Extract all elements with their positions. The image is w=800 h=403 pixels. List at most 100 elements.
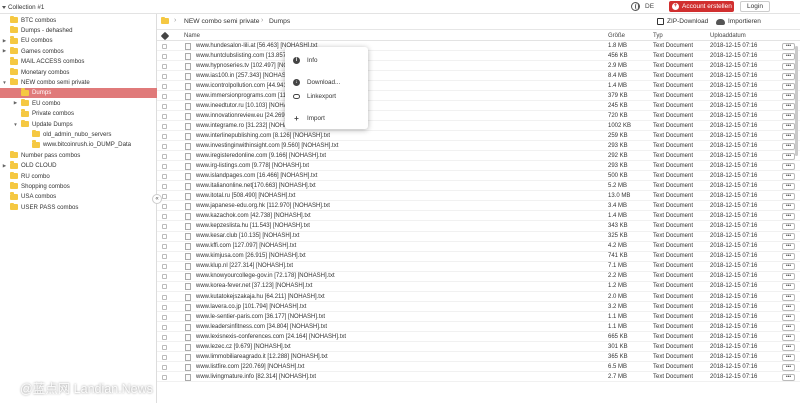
file-name[interactable]: www.italianonline.net[170.663] [NOHASH].… <box>196 183 316 189</box>
row-checkbox[interactable] <box>162 154 167 160</box>
table-row[interactable]: www.lexisnexis-conferences.com [24.164] … <box>157 333 800 342</box>
column-header-name[interactable]: Name <box>184 33 200 39</box>
sidebar-folder-item[interactable]: Shopping combos <box>2 181 70 191</box>
table-row[interactable]: www.iregisteredonline.com [9.166] [NOHAS… <box>157 152 800 162</box>
row-checkbox[interactable] <box>162 284 167 290</box>
sidebar-folder-item[interactable]: Private combos <box>13 109 74 119</box>
sidebar-folder-item[interactable]: Number pass combos <box>2 150 80 160</box>
table-row[interactable]: www.kutatokejszakaja.hu [64.211] [NOHASH… <box>157 293 800 302</box>
row-checkbox[interactable] <box>162 94 167 100</box>
row-checkbox[interactable] <box>162 204 167 210</box>
row-checkbox[interactable] <box>162 254 167 260</box>
file-name[interactable]: www.kesar.club [10.135] [NOHASH].txt <box>196 233 299 239</box>
more-options-button[interactable]: ••• <box>782 333 795 341</box>
row-checkbox[interactable] <box>162 264 167 270</box>
table-row[interactable]: www.japanese-edu.org.hk [112.970] [NOHAS… <box>157 202 800 212</box>
more-options-button[interactable]: ••• <box>782 193 795 201</box>
more-options-button[interactable]: ••• <box>782 363 795 371</box>
file-name[interactable]: www.interlinepublishing.com [8.126] [NOH… <box>196 133 330 139</box>
file-name[interactable]: www.limmobiliareagrado.it [12.288] [NOHA… <box>196 354 328 360</box>
table-row[interactable]: www.le-sentier-paris.com [36.177] [NOHAS… <box>157 313 800 322</box>
sidebar-folder-item[interactable]: Dumps <box>0 87 157 98</box>
more-options-button[interactable]: ••• <box>782 173 795 181</box>
row-checkbox[interactable] <box>162 354 167 360</box>
sidebar-folder-item[interactable]: MAIL ACCESS combos <box>2 57 84 67</box>
row-checkbox[interactable] <box>162 324 167 330</box>
row-checkbox[interactable] <box>162 64 167 70</box>
file-name[interactable]: www.kutatokejszakaja.hu [64.211] [NOHASH… <box>196 294 325 300</box>
file-name[interactable]: www.klup.nl [227.314] [NOHASH].txt <box>196 263 293 269</box>
file-name[interactable]: www.livingmature.info [82.314] [NOHASH].… <box>196 374 316 380</box>
sidebar-folder-item[interactable]: USER PASS combos <box>2 202 78 212</box>
create-account-button[interactable]: + Account erstellen <box>669 1 734 12</box>
more-options-button[interactable]: ••• <box>782 373 795 381</box>
chevron-right-icon[interactable]: ▶ <box>2 163 7 169</box>
table-row[interactable]: www.kazachok.com [42.738] [NOHASH].txt 1.… <box>157 212 800 222</box>
more-options-button[interactable]: ••• <box>782 213 795 221</box>
more-options-button[interactable]: ••• <box>782 123 795 131</box>
import-button[interactable]: Importieren <box>716 18 761 25</box>
file-name[interactable]: www.irg-listings.com [9.778] [NOHASH].tx… <box>196 163 309 169</box>
zip-download-button[interactable]: ZIP-Download <box>657 18 708 25</box>
more-options-button[interactable]: ••• <box>782 323 795 331</box>
row-checkbox[interactable] <box>162 164 167 170</box>
sidebar-folder-item[interactable]: ▶ Games combos <box>2 46 64 56</box>
globe-icon[interactable] <box>631 2 640 11</box>
table-row[interactable]: www.immersionprograms.com [11.xxx] [NOHA… <box>157 92 800 102</box>
language-selector[interactable]: DE <box>645 3 654 10</box>
more-options-button[interactable]: ••• <box>782 313 795 321</box>
row-checkbox[interactable] <box>162 274 167 280</box>
more-options-button[interactable]: ••• <box>782 153 795 161</box>
table-row[interactable]: www.livingmature.info [82.314] [NOHASH].… <box>157 373 800 382</box>
row-checkbox[interactable] <box>162 184 167 190</box>
breadcrumb-current[interactable]: Dumps <box>269 18 290 25</box>
file-name[interactable]: www.lavera.co.jp [101.794] [NOHASH].txt <box>196 304 306 310</box>
more-options-button[interactable]: ••• <box>782 203 795 211</box>
table-row[interactable]: www.kepzeslista.hu [11.543] [NOHASH].txt… <box>157 222 800 232</box>
sidebar-folder-item[interactable]: old_admin_nubo_servers <box>24 129 111 139</box>
row-checkbox[interactable] <box>162 294 167 300</box>
table-row[interactable]: www.limmobiliareagrado.it [12.288] [NOHA… <box>157 353 800 362</box>
table-row[interactable]: www.italianonline.net[170.663] [NOHASH].… <box>157 182 800 192</box>
table-row[interactable]: www.islandpages.com [16.466] [NOHASH].tx… <box>157 172 800 182</box>
more-options-button[interactable]: ••• <box>782 303 795 311</box>
row-checkbox[interactable] <box>162 374 167 380</box>
collapse-sidebar-button[interactable]: « <box>152 194 162 204</box>
sidebar-folder-item[interactable]: ▼ NEW combo semi private <box>2 77 90 87</box>
sidebar-folder-item[interactable]: www.bitcoinrush.io_DUMP_Data <box>24 140 131 150</box>
table-row[interactable]: www.leadersinfitness.com [34.804] [NOHAS… <box>157 323 800 332</box>
more-options-button[interactable]: ••• <box>782 83 795 91</box>
more-options-button[interactable]: ••• <box>782 253 795 261</box>
login-button[interactable]: Login <box>740 1 770 12</box>
sidebar-folder-item[interactable]: ▼ Update Dumps <box>13 119 73 129</box>
column-header-type[interactable]: Typ <box>653 33 663 39</box>
chevron-right-icon[interactable]: ▶ <box>2 38 7 44</box>
row-checkbox[interactable] <box>162 144 167 150</box>
breadcrumb-parent[interactable]: NEW combo semi private <box>184 18 259 25</box>
table-row[interactable]: www.ias100.in [257.343] [NOHASH].txt 8.4 … <box>157 72 800 82</box>
more-options-button[interactable]: ••• <box>782 183 795 191</box>
sidebar-folder-item[interactable]: ▶ OLD CLOUD <box>2 161 57 171</box>
sidebar-folder-item[interactable]: USA combos <box>2 192 56 202</box>
column-header-size[interactable]: Größe <box>608 33 625 39</box>
row-checkbox[interactable] <box>162 334 167 340</box>
more-options-button[interactable]: ••• <box>782 243 795 251</box>
table-row[interactable]: www.icontrolpollution.com [44.941] [NOHA… <box>157 82 800 92</box>
row-checkbox[interactable] <box>162 84 167 90</box>
row-checkbox[interactable] <box>162 74 167 80</box>
more-options-button[interactable]: ••• <box>782 223 795 231</box>
more-options-button[interactable]: ••• <box>782 53 795 61</box>
table-row[interactable]: www.interlinepublishing.com [8.126] [NOH… <box>157 132 800 142</box>
table-row[interactable]: www.hypnoseries.tv [102.497] [NOHASH].tx… <box>157 62 800 72</box>
context-menu-linkexport[interactable]: Linkexport <box>285 90 368 102</box>
more-options-button[interactable]: ••• <box>782 353 795 361</box>
row-checkbox[interactable] <box>162 114 167 120</box>
table-row[interactable]: www.listfire.com [220.769] [NOHASH].txt 6… <box>157 363 800 372</box>
file-name[interactable]: www.japanese-edu.org.hk [112.970] [NOHAS… <box>196 203 330 209</box>
file-name[interactable]: www.investinginwithinsight.com [9.560] [… <box>196 143 338 149</box>
file-name[interactable]: www.islandpages.com [16.466] [NOHASH].tx… <box>196 173 317 179</box>
file-name[interactable]: www.lezec.cz [9.679] [NOHASH].txt <box>196 344 291 350</box>
row-checkbox[interactable] <box>162 44 167 49</box>
file-name[interactable]: www.knowyourcollege-gov.in [72.178] [NOH… <box>196 273 335 279</box>
more-options-button[interactable]: ••• <box>782 233 795 241</box>
